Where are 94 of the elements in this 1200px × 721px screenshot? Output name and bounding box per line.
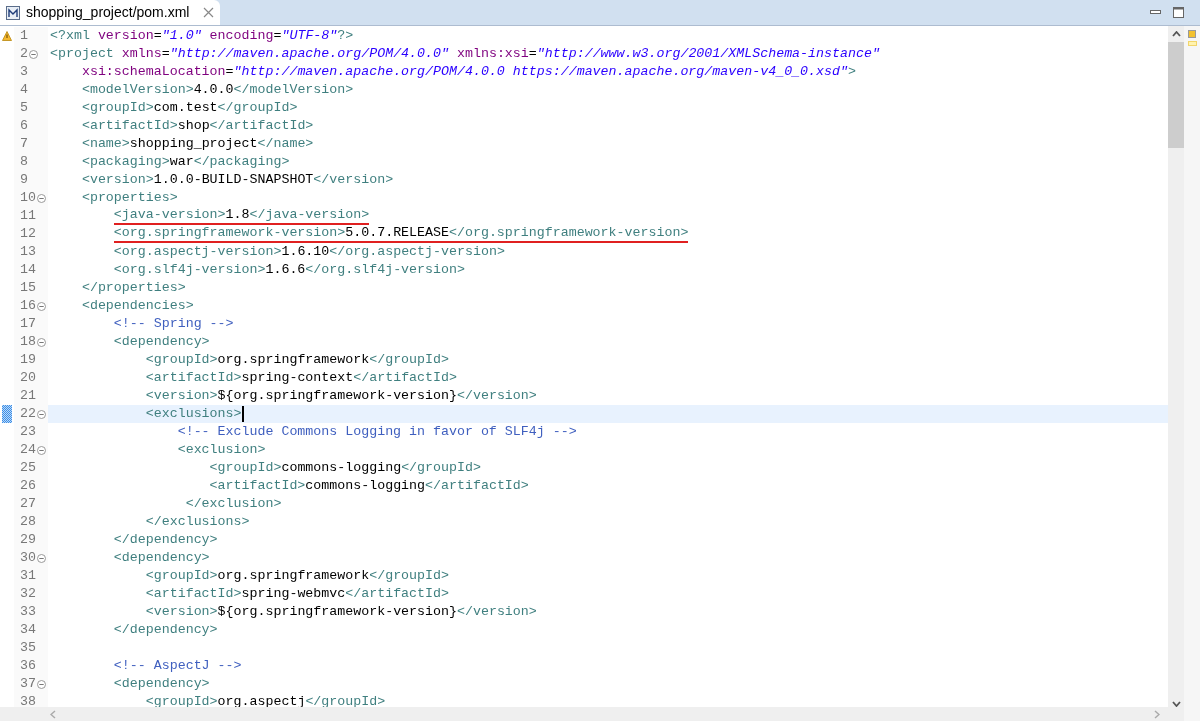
line-number: 13 bbox=[20, 243, 36, 261]
code-line: <artifactId>shop</artifactId> bbox=[80, 118, 314, 134]
code-line: <artifactId>spring-context</artifactId> bbox=[144, 370, 457, 386]
line-number: 23 bbox=[20, 423, 36, 441]
line-number: 19 bbox=[20, 351, 36, 369]
code-line: </dependency> bbox=[112, 532, 218, 548]
file-icon bbox=[6, 5, 20, 20]
collapse-icon[interactable] bbox=[36, 193, 46, 203]
vertical-scrollbar[interactable] bbox=[1168, 26, 1184, 721]
line-number: 32 bbox=[20, 585, 36, 603]
scroll-up-icon[interactable] bbox=[1171, 31, 1181, 37]
code-line: <artifactId>commons-logging</artifactId> bbox=[208, 478, 529, 494]
code-line: <!-- Exclude Commons Logging in favor of SLF4j --> bbox=[176, 424, 577, 440]
collapse-icon[interactable] bbox=[29, 49, 38, 59]
line-number: 17 bbox=[20, 315, 36, 333]
code-line: <dependency> bbox=[112, 334, 210, 350]
code-line: <version>1.0.0-BUILD-SNAPSHOT</version> bbox=[80, 172, 394, 188]
code-line: <dependency> bbox=[112, 676, 210, 692]
maximize-icon[interactable] bbox=[1173, 7, 1184, 18]
line-number: 11 bbox=[20, 207, 36, 225]
line-number: 31 bbox=[20, 567, 36, 585]
line-number: 27 bbox=[20, 495, 36, 513]
line-number: 1 bbox=[20, 27, 28, 45]
line-number: 12 bbox=[20, 225, 36, 243]
code-line: <packaging>war</packaging> bbox=[80, 154, 290, 170]
line-number: 22 bbox=[20, 405, 36, 423]
line-number: 25 bbox=[20, 459, 36, 477]
line-number: 30 bbox=[20, 549, 36, 567]
code-line: </exclusion> bbox=[184, 496, 282, 512]
scrollbar-thumb[interactable] bbox=[1168, 42, 1184, 148]
code-line: <!-- Spring --> bbox=[112, 316, 234, 332]
code-line: <java-version>1.8</java-version> bbox=[50, 207, 370, 225]
line-number: 21 bbox=[20, 387, 36, 405]
line-number: 36 bbox=[20, 657, 36, 675]
collapse-icon[interactable] bbox=[36, 337, 46, 347]
code-line: xsi:schemaLocation="http://maven.apache.org/POM/4.0.0 https://maven.apache.org/maven-v4_0_0.xsd"> bbox=[80, 64, 856, 80]
code-line: <properties> bbox=[80, 190, 178, 206]
line-number: 3 bbox=[20, 63, 28, 81]
line-number: 38 bbox=[20, 693, 36, 707]
collapse-icon[interactable] bbox=[36, 301, 46, 311]
code-line: <?xml version="1.0" encoding="UTF-8"?> bbox=[50, 28, 354, 44]
scroll-down-icon[interactable] bbox=[1171, 701, 1181, 707]
code-line: <groupId>org.springframework</groupId> bbox=[144, 568, 449, 584]
line-number: 6 bbox=[20, 117, 28, 135]
code-line: </exclusions> bbox=[144, 514, 250, 530]
line-number: 26 bbox=[20, 477, 36, 495]
line-number: 37 bbox=[20, 675, 36, 693]
code-line: <artifactId>spring-webmvc</artifactId> bbox=[144, 586, 449, 602]
line-number: 8 bbox=[20, 153, 28, 171]
line-number: 4 bbox=[20, 81, 28, 99]
line-number: 9 bbox=[20, 171, 28, 189]
line-number: 33 bbox=[20, 603, 36, 621]
code-line: <project xmlns="http://maven.apache.org/POM/4.0.0" xmlns:xsi="http://www.w3.org/2001/XMLSchema-instance" bbox=[50, 46, 880, 62]
line-number: 34 bbox=[20, 621, 36, 639]
code-line: <org.springframework-version>5.0.7.RELEASE</org.springframework-version> bbox=[50, 225, 689, 243]
code-line: </properties> bbox=[80, 280, 186, 296]
line-number: 10 bbox=[20, 189, 36, 207]
line-number: 2 bbox=[20, 45, 28, 63]
line-number: 18 bbox=[20, 333, 36, 351]
code-line: <dependencies> bbox=[80, 298, 194, 314]
code-line: <modelVersion>4.0.0</modelVersion> bbox=[80, 82, 354, 98]
text-cursor bbox=[241, 406, 244, 422]
code-line: <version>${org.springframework-version}</version> bbox=[144, 388, 537, 404]
collapse-icon[interactable] bbox=[36, 679, 46, 689]
code-line: <exclusions> bbox=[144, 406, 244, 422]
code-line: <groupId>org.aspectj</groupId> bbox=[144, 694, 386, 707]
code-line: <org.slf4j-version>1.6.6</org.slf4j-version> bbox=[112, 262, 465, 278]
code-line: <version>${org.springframework-version}</version> bbox=[144, 604, 537, 620]
line-number: 20 bbox=[20, 369, 36, 387]
line-number: 24 bbox=[20, 441, 36, 459]
code-line: <groupId>commons-logging</groupId> bbox=[208, 460, 481, 476]
code-line: <name>shopping_project</name> bbox=[80, 136, 314, 152]
code-line: <dependency> bbox=[112, 550, 210, 566]
line-number: 35 bbox=[20, 639, 36, 657]
collapse-icon[interactable] bbox=[36, 409, 46, 419]
close-icon[interactable] bbox=[203, 7, 215, 18]
line-number: 16 bbox=[20, 297, 36, 315]
collapse-icon[interactable] bbox=[36, 445, 46, 455]
line-number: 7 bbox=[20, 135, 28, 153]
warning-marker[interactable] bbox=[1187, 41, 1197, 46]
minimize-icon[interactable] bbox=[1150, 10, 1161, 15]
line-number: 29 bbox=[20, 531, 36, 549]
code-line: <exclusion> bbox=[176, 442, 266, 458]
line-number: 14 bbox=[20, 261, 36, 279]
code-line: <!-- AspectJ --> bbox=[112, 658, 242, 674]
code-line: <groupId>com.test</groupId> bbox=[80, 100, 298, 116]
code-line: <groupId>org.springframework</groupId> bbox=[144, 352, 449, 368]
line-number: 5 bbox=[20, 99, 28, 117]
collapse-icon[interactable] bbox=[36, 553, 46, 563]
code-line: </dependency> bbox=[112, 622, 218, 638]
code-line: <org.aspectj-version>1.6.10</org.aspectj-version> bbox=[112, 244, 505, 260]
line-number: 15 bbox=[20, 279, 36, 297]
editor-tab[interactable]: shopping_project/pom.xml bbox=[0, 0, 221, 25]
line-number: 28 bbox=[20, 513, 36, 531]
